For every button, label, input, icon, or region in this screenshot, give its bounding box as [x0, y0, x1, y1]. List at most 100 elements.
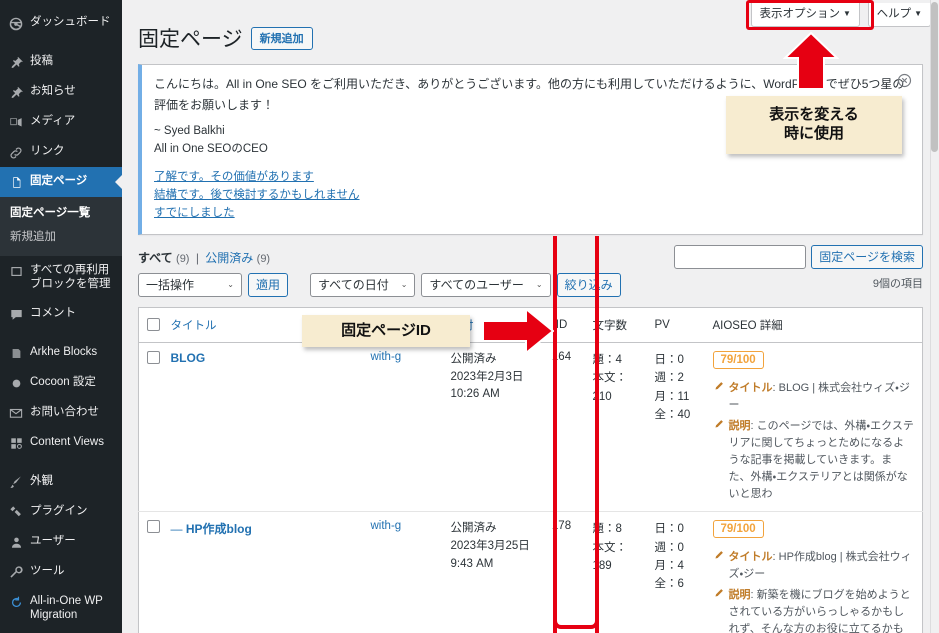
- notice-signature-role: All in One SEOのCEO: [154, 142, 268, 155]
- filter-all-label[interactable]: すべて: [138, 251, 173, 265]
- sidebar-item-label: コメント: [30, 306, 76, 319]
- sidebar-item-arkhe-blocks[interactable]: Arkhe Blocks: [0, 338, 122, 368]
- sidebar-item-cocoon-settings[interactable]: Cocoon 設定: [0, 368, 122, 398]
- row-title-cell: — HP作成blog: [162, 511, 363, 633]
- submenu-item-all-pages[interactable]: 固定ページ一覧: [0, 202, 122, 226]
- row-aioseo-cell: 79/100 タイトル: HP作成blog | 株式会社ウィズ・ジー 説明: 新…: [704, 511, 923, 633]
- author-link[interactable]: with-g: [371, 351, 402, 363]
- screen-options-button[interactable]: 表示オプション ▼: [750, 3, 860, 28]
- help-button[interactable]: ヘルプ ▼: [867, 3, 931, 28]
- seo-desc-label: 説明: [728, 419, 751, 432]
- pv-week-label: 週: [654, 541, 667, 554]
- column-header-title[interactable]: タイトル: [162, 307, 363, 343]
- sidebar-divider: [0, 458, 122, 467]
- user-icon: [7, 535, 25, 550]
- bulk-action-value: 一括操作: [146, 277, 195, 292]
- filter-button[interactable]: 絞り込み: [556, 272, 621, 297]
- sidebar-item-label: プラグイン: [30, 504, 88, 517]
- notice-link-agree[interactable]: 了解です。その価値があります: [154, 168, 910, 186]
- chars-body-value: 210: [592, 390, 612, 403]
- sidebar-item-reusable-blocks[interactable]: すべての再利用ブロックを管理: [0, 256, 122, 299]
- seo-description-line[interactable]: 説明: このページでは、外構・エクステリアに関してちょっとためになるような記事を…: [713, 418, 915, 503]
- sidebar-item-settings[interactable]: 設定: [0, 630, 122, 633]
- page-icon: [7, 175, 25, 190]
- pencil-icon: [713, 381, 727, 398]
- chevron-down-icon: ▼: [843, 9, 851, 18]
- submenu-item-add-new[interactable]: 新規追加: [0, 226, 122, 250]
- help-label: ヘルプ: [876, 8, 912, 20]
- column-header-date[interactable]: 日付: [442, 307, 539, 343]
- seo-title-line[interactable]: タイトル: HP作成blog | 株式会社ウィズ・ジー: [713, 549, 915, 583]
- pv-total-value: 6: [677, 578, 684, 591]
- sidebar-item-media[interactable]: メディア: [0, 107, 122, 137]
- sidebar-item-pages[interactable]: 固定ページ: [0, 167, 122, 197]
- pv-month-label: 月: [654, 390, 667, 403]
- screen-options-label: 表示オプション: [759, 8, 841, 20]
- page-title-text: HP作成blog: [185, 522, 252, 537]
- row-aioseo-cell: 79/100 タイトル: BLOG | 株式会社ウィズ・ジー 説明: このページ…: [704, 342, 923, 513]
- sidebar-item-appearance[interactable]: 外観: [0, 467, 122, 497]
- search-submit-button[interactable]: 固定ページを検索: [811, 244, 923, 269]
- close-icon[interactable]: [897, 73, 913, 89]
- sidebar-item-content-views[interactable]: Content Views: [0, 428, 122, 458]
- search-input[interactable]: [674, 244, 807, 269]
- row-pv-cell: 日：0 週：2 月：11 全：40: [646, 342, 705, 513]
- brush-icon: [7, 475, 25, 490]
- sidebar-item-links[interactable]: リンク: [0, 137, 122, 167]
- sidebar-item-label: ツール: [30, 564, 65, 577]
- seo-score-badge: 79/100: [712, 350, 764, 369]
- row-checkbox[interactable]: [147, 350, 160, 364]
- row-author-cell: with-g: [362, 511, 443, 633]
- sidebar-item-dashboard[interactable]: ダッシュボード: [0, 8, 122, 38]
- pv-week-value: 2: [677, 372, 684, 385]
- row-checkbox[interactable]: [147, 520, 160, 534]
- filter-published-label[interactable]: 公開済み: [205, 251, 253, 265]
- author-link[interactable]: with-g: [371, 520, 402, 532]
- sidebar-item-plugins[interactable]: プラグイン: [0, 497, 122, 527]
- wordpress-admin-screen: ダッシュボード 投稿 お知らせ メディア リンク 固定ページ 固定ページ一覧 新…: [0, 0, 939, 633]
- table-body: BLOG with-g 公開済み 2023年2月3日 10:26 AM 164 …: [138, 342, 923, 633]
- row-id-cell: 178: [538, 511, 585, 633]
- seo-title-label: タイトル: [728, 551, 773, 564]
- filter-published-count: (9): [256, 252, 271, 265]
- notice-link-already-did[interactable]: すでにしました: [154, 204, 910, 222]
- page-title-link[interactable]: — HP作成blog: [171, 522, 252, 536]
- pv-month-label: 月: [654, 559, 667, 572]
- sidebar-item-all-in-one-wp-migration[interactable]: All-in-One WP Migration: [0, 587, 122, 630]
- row-author-cell: with-g: [362, 342, 443, 513]
- date-filter-select[interactable]: すべての日付 ⌄: [310, 272, 416, 297]
- vertical-scrollbar[interactable]: [930, 0, 939, 633]
- pv-month-value: 4: [677, 559, 684, 572]
- sidebar-item-news[interactable]: お知らせ: [0, 77, 122, 107]
- pencil-icon: [713, 588, 727, 605]
- sidebar-item-users[interactable]: ユーザー: [0, 527, 122, 557]
- pin-icon: [7, 55, 25, 70]
- dashboard-icon: [7, 16, 25, 31]
- sidebar-item-comments[interactable]: コメント: [0, 299, 122, 329]
- notice-link-maybe-later[interactable]: 結構です。後で検討するかもしれません: [154, 186, 910, 204]
- sidebar-item-posts[interactable]: 投稿: [0, 47, 122, 77]
- add-new-page-button[interactable]: 新規追加: [250, 27, 313, 50]
- sidebar-item-tools[interactable]: ツール: [0, 557, 122, 587]
- wrench-icon: [7, 565, 25, 580]
- bulk-action-select[interactable]: 一括操作 ⌄: [138, 272, 242, 297]
- sidebar-item-label: お問い合わせ: [30, 405, 99, 418]
- sidebar-item-label: ダッシュボード: [30, 16, 111, 28]
- user-filter-value: すべてのユーザー: [429, 277, 524, 292]
- row-chars-cell: 題：8 本文：189: [584, 511, 647, 633]
- pv-week-label: 週: [654, 372, 667, 385]
- link-icon: [7, 145, 25, 160]
- page-header: 固定ページ 新規追加: [122, 26, 939, 54]
- sidebar-item-label: All-in-One WP Migration: [30, 594, 103, 622]
- pv-month-value: 11: [677, 390, 690, 403]
- apply-button[interactable]: 適用: [248, 272, 289, 297]
- user-filter-select[interactable]: すべてのユーザー ⌄: [421, 272, 551, 297]
- seo-description-line[interactable]: 説明: 新築を機にブログを始めようとされている方がいらっしゃるかもしれず、そんな…: [713, 587, 915, 633]
- seo-title-line[interactable]: タイトル: BLOG | 株式会社ウィズ・ジー: [713, 380, 915, 414]
- select-all-checkbox[interactable]: [147, 318, 160, 332]
- page-title-link[interactable]: BLOG: [171, 351, 206, 365]
- scrollbar-thumb[interactable]: [931, 2, 938, 152]
- aioseo-review-notice: こんにちは。All in One SEO をご利用いただき、ありがとうございます…: [138, 64, 923, 235]
- sidebar-item-contact-form[interactable]: お問い合わせ: [0, 398, 122, 428]
- blocks-icon: [7, 264, 25, 279]
